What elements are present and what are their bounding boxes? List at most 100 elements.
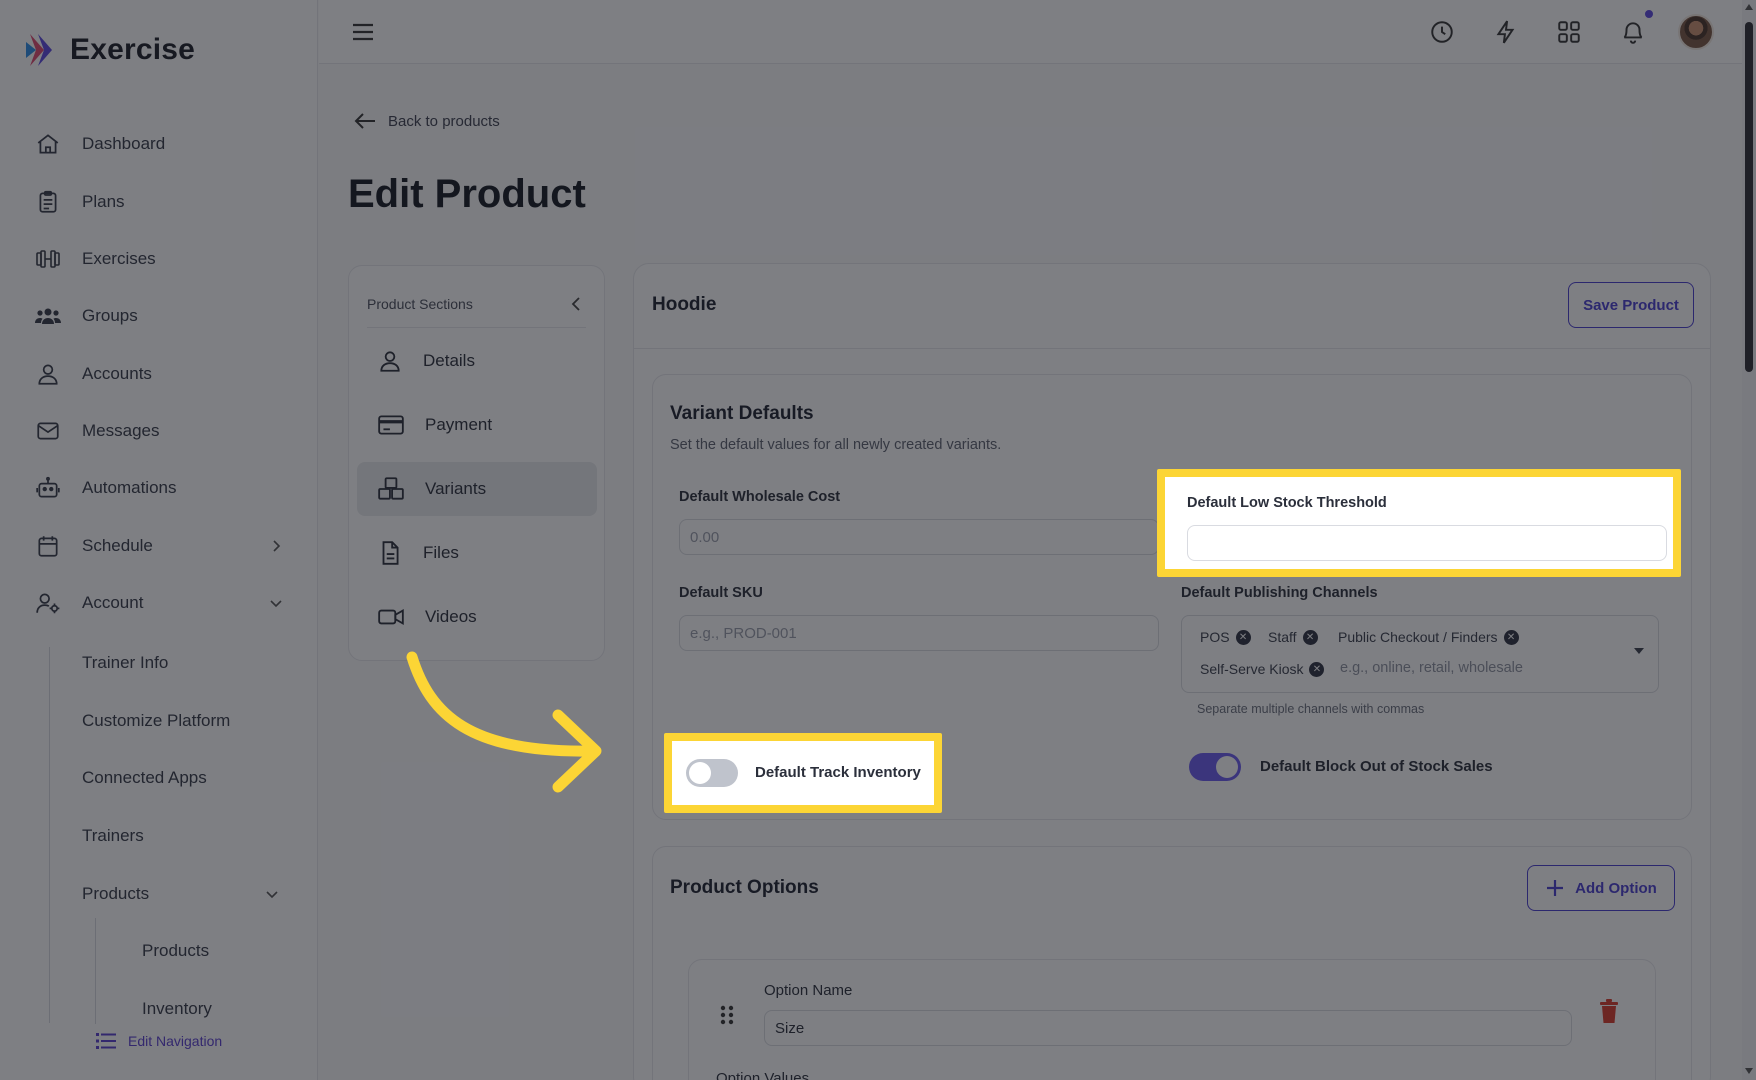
scrollbar[interactable] — [1742, 0, 1756, 1080]
user-gear-icon — [34, 589, 62, 617]
channels-placeholder[interactable]: e.g., online, retail, wholesale — [1340, 660, 1523, 676]
sidebar-item-label: Account — [82, 593, 144, 612]
remove-chip-icon[interactable]: ✕ — [1235, 629, 1251, 645]
section-details[interactable]: Details — [357, 334, 597, 388]
scrollbar-thumb[interactable] — [1745, 22, 1753, 372]
subnav-divider — [49, 647, 50, 1023]
toggle-knob — [689, 762, 711, 784]
wholesale-cost-label: Default Wholesale Cost — [679, 489, 841, 505]
sidebar-item-schedule[interactable]: Schedule — [34, 526, 284, 566]
channels-helper-text: Separate multiple channels with commas — [1197, 702, 1425, 716]
sidebar-item-messages[interactable]: Messages — [34, 411, 284, 451]
caret-down-icon[interactable] — [1634, 648, 1644, 654]
remove-chip-icon[interactable]: ✕ — [1503, 629, 1519, 645]
chevron-down-icon[interactable] — [264, 886, 280, 902]
sidebar-subitem-customize-platform[interactable]: Customize Platform — [82, 706, 230, 736]
section-label: Payment — [425, 415, 493, 434]
option-values-label: Option Values — [716, 1070, 810, 1080]
section-label: Variants — [425, 479, 487, 498]
product-editor-card: Hoodie Save Product Variant Defaults Set… — [633, 263, 1711, 1080]
product-options-card: Product Options Add Option Option Name O… — [652, 846, 1692, 1080]
publishing-channels-label: Default Publishing Channels — [1181, 585, 1378, 601]
add-option-label: Add Option — [1575, 879, 1657, 897]
remove-chip-icon[interactable]: ✕ — [1302, 629, 1318, 645]
back-to-products-link[interactable]: Back to products — [354, 112, 500, 130]
sidebar-subitem-products-list[interactable]: Products — [142, 936, 209, 966]
remove-chip-icon[interactable]: ✕ — [1309, 661, 1325, 677]
apps-grid-icon[interactable] — [1554, 17, 1584, 47]
edit-navigation-link[interactable]: Edit Navigation — [96, 1032, 222, 1050]
calendar-icon — [34, 532, 62, 560]
wholesale-cost-input[interactable] — [679, 519, 1159, 555]
channel-chip: Public Checkout / Finders ✕ — [1338, 629, 1519, 645]
toggle-knob — [1216, 756, 1238, 778]
sidebar-item-label: Messages — [82, 421, 160, 440]
users-icon — [34, 302, 62, 330]
sidebar-item-dashboard[interactable]: Dashboard — [34, 124, 284, 164]
history-icon[interactable] — [1427, 17, 1457, 47]
chevron-right-icon — [273, 540, 281, 552]
track-inventory-toggle[interactable] — [686, 759, 738, 787]
sidebar-item-groups[interactable]: Groups — [34, 296, 284, 336]
section-files[interactable]: Files — [357, 526, 597, 580]
highlight-low-stock-threshold: Default Low Stock Threshold — [1157, 469, 1681, 577]
sidebar-item-automations[interactable]: Automations — [34, 468, 284, 508]
notification-dot — [1645, 10, 1653, 18]
low-stock-threshold-label: Default Low Stock Threshold — [1187, 495, 1387, 511]
section-videos[interactable]: Videos — [357, 590, 597, 644]
sidebar-item-account[interactable]: Account — [34, 583, 284, 623]
arrow-left-icon — [354, 113, 375, 129]
user-icon — [34, 360, 62, 388]
publishing-channels-select[interactable]: POS ✕ Staff ✕ Public Checkout / Finders … — [1181, 615, 1659, 693]
scroll-down-icon[interactable] — [1745, 1068, 1753, 1074]
low-stock-threshold-input[interactable] — [1187, 525, 1667, 561]
menu-icon[interactable] — [349, 18, 377, 46]
scroll-up-icon[interactable] — [1745, 4, 1753, 10]
sidebar-item-exercises[interactable]: Exercises — [34, 239, 284, 279]
section-variants[interactable]: Variants — [357, 462, 597, 516]
divider — [634, 348, 1710, 349]
product-sections-header: Product Sections — [367, 280, 586, 328]
save-product-button[interactable]: Save Product — [1568, 282, 1694, 328]
bell-icon[interactable] — [1618, 17, 1648, 47]
boxes-icon — [378, 477, 404, 500]
robot-icon — [34, 474, 62, 502]
sidebar-subitem-trainer-info[interactable]: Trainer Info — [82, 648, 168, 678]
pointer-arrow-icon — [406, 651, 602, 793]
sidebar-subitem-trainers[interactable]: Trainers — [82, 821, 144, 851]
dumbbell-icon — [34, 245, 62, 273]
sidebar-subitem-inventory[interactable]: Inventory — [142, 994, 212, 1024]
add-option-button[interactable]: Add Option — [1527, 865, 1675, 911]
sidebar-subitem-products[interactable]: Products — [82, 879, 149, 909]
block-out-of-stock-toggle[interactable] — [1189, 753, 1241, 781]
brand[interactable]: Exercise — [22, 32, 195, 68]
home-icon — [34, 130, 62, 158]
section-label: Details — [423, 351, 475, 370]
section-payment[interactable]: Payment — [357, 398, 597, 452]
avatar[interactable] — [1678, 14, 1714, 50]
sidebar-item-plans[interactable]: Plans — [34, 182, 284, 222]
page-title: Edit Product — [348, 172, 586, 216]
highlight-track-inventory: Default Track Inventory — [664, 733, 942, 813]
subnav-divider — [95, 918, 96, 1024]
sidebar-item-label: Groups — [82, 306, 138, 325]
sku-input[interactable] — [679, 615, 1159, 651]
edit-navigation-label: Edit Navigation — [128, 1033, 223, 1049]
product-sections-panel: Product Sections Details Payment Variant… — [348, 265, 605, 661]
track-inventory-label: Default Track Inventory — [755, 764, 921, 781]
trash-icon[interactable] — [1597, 998, 1621, 1024]
product-options-title: Product Options — [670, 877, 819, 898]
channel-chip: POS ✕ — [1200, 629, 1251, 645]
option-name-input[interactable] — [764, 1010, 1572, 1046]
channel-chip: Staff ✕ — [1268, 629, 1318, 645]
drag-handle-icon[interactable] — [719, 1004, 735, 1026]
credit-card-icon — [378, 415, 404, 435]
channel-chip-label: POS — [1200, 629, 1230, 645]
channel-chip-label: Self-Serve Kiosk — [1200, 661, 1304, 677]
mail-icon — [34, 417, 62, 445]
lightning-icon[interactable] — [1491, 17, 1521, 47]
chevron-left-icon[interactable] — [568, 295, 586, 313]
sidebar-subitem-connected-apps[interactable]: Connected Apps — [82, 763, 207, 793]
plus-icon — [1547, 880, 1564, 896]
sidebar-item-accounts[interactable]: Accounts — [34, 354, 284, 394]
